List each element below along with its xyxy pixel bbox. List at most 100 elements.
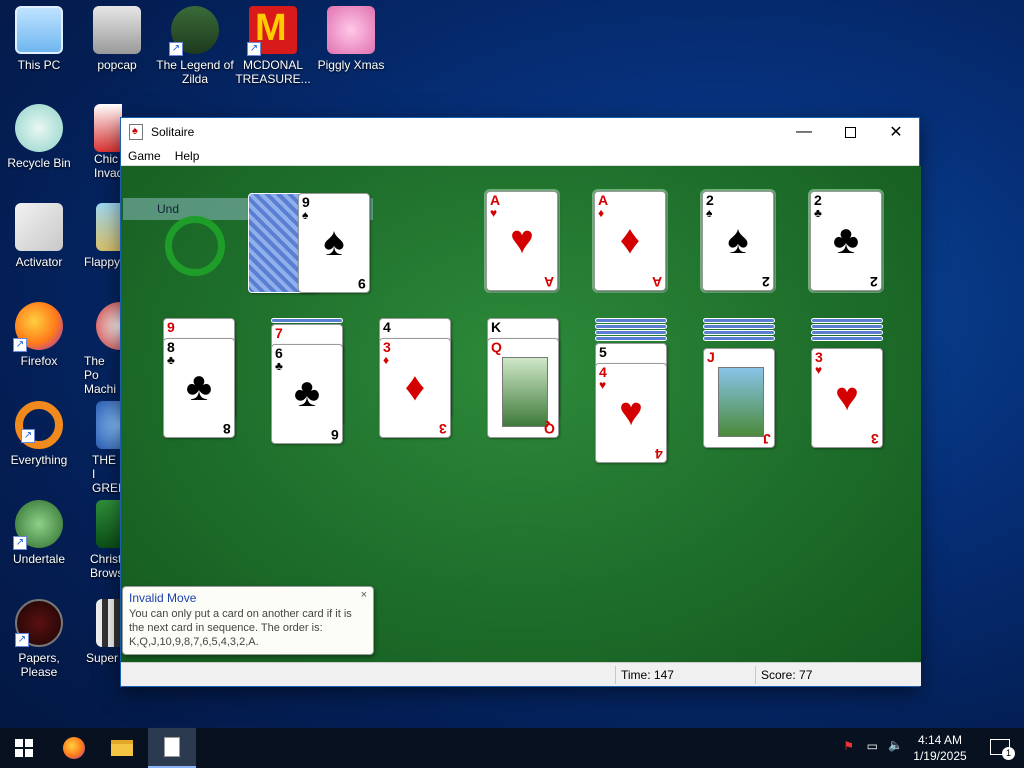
shortcut-arrow-icon: ↗ bbox=[247, 42, 261, 56]
desktop-icon-undertale[interactable]: ↗ Undertale bbox=[0, 500, 78, 566]
desktop-icon-label: Papers, Please bbox=[18, 651, 60, 679]
card-rank: J bbox=[707, 349, 715, 365]
foundation-card-clubs[interactable]: 2 ♣ ♣ 2 bbox=[810, 191, 882, 291]
clock-time: 4:14 AM bbox=[917, 733, 963, 747]
network-icon[interactable]: ▭ bbox=[867, 739, 878, 753]
close-button[interactable]: ✕ bbox=[873, 118, 919, 146]
shortcut-arrow-icon: ↗ bbox=[13, 536, 27, 550]
po-machine-icon bbox=[96, 302, 122, 350]
divider bbox=[755, 666, 756, 684]
desktop-icon-recycle-bin[interactable]: Recycle Bin bbox=[0, 104, 78, 170]
desktop-icon-the-po-machine[interactable]: The Po Machi bbox=[78, 302, 122, 396]
desktop-icon-super[interactable]: Super bbox=[78, 599, 122, 665]
papers-please-icon: ↗ bbox=[15, 599, 63, 647]
face-down-card bbox=[703, 318, 775, 323]
desktop-icon-label: The Legend of Zilda bbox=[156, 58, 234, 86]
firefox-icon: ↗ bbox=[13, 302, 63, 352]
tooltip-title: Invalid Move bbox=[129, 591, 197, 605]
card-rank: 6 bbox=[275, 345, 283, 361]
face-down-card bbox=[811, 324, 883, 329]
firefox-icon bbox=[63, 737, 85, 759]
desktop-icon-legend-of-zilda[interactable]: ↗ The Legend of Zilda bbox=[156, 6, 234, 86]
zilda-icon: ↗ bbox=[169, 6, 219, 56]
desktop-icon-firefox[interactable]: ↗ Firefox bbox=[0, 302, 78, 368]
taskbar-firefox[interactable] bbox=[50, 728, 98, 768]
tableau-card-jack[interactable]: J J bbox=[703, 348, 775, 448]
flappy-icon bbox=[96, 203, 122, 251]
folder-icon bbox=[93, 6, 141, 54]
foundation-card-diamonds[interactable]: A ♦ ♦ A bbox=[594, 191, 666, 291]
desktop-icon-piggly-xmas[interactable]: Piggly Xmas bbox=[312, 6, 390, 72]
tableau-card[interactable]: 4 ♥ ♥ 4 bbox=[595, 363, 667, 463]
mcdonalds-icon: M ↗ bbox=[247, 6, 297, 56]
card-rank: 2 bbox=[814, 192, 822, 208]
card-rank-corner: A bbox=[543, 274, 554, 290]
face-down-card bbox=[271, 318, 343, 323]
maximize-button[interactable] bbox=[827, 118, 873, 146]
queen-picture-icon bbox=[502, 357, 548, 427]
desktop-icon-christmas-browser[interactable]: Christ Brows bbox=[78, 500, 122, 580]
security-alert-icon[interactable]: ⚑ bbox=[843, 739, 854, 753]
card-rank-corner: 2 bbox=[762, 274, 770, 290]
notification-center-icon[interactable]: 1 bbox=[990, 739, 1015, 760]
desktop-icon-label: MCDONAL TREASURE... bbox=[235, 58, 311, 86]
foundation-card-spades[interactable]: 2 ♠ ♠ 2 bbox=[702, 191, 774, 291]
undo-label: Und bbox=[157, 202, 180, 216]
tableau-card[interactable]: 8 ♣ ♣ 8 bbox=[163, 338, 235, 438]
face-down-card bbox=[595, 318, 667, 323]
start-button[interactable] bbox=[0, 728, 48, 768]
jack-picture-icon bbox=[718, 367, 764, 437]
taskbar-solitaire[interactable] bbox=[148, 728, 196, 768]
face-down-card bbox=[811, 330, 883, 335]
desktop-icon-flappy[interactable]: Flappy bbox=[78, 203, 122, 269]
waste-card[interactable]: 9 ♠ ♠ 9 bbox=[298, 193, 370, 293]
file-icon bbox=[15, 203, 63, 251]
desktop-icon-activator[interactable]: Activator bbox=[0, 203, 78, 269]
card-rank: 5 bbox=[599, 344, 607, 360]
desktop-icon-this-pc[interactable]: This PC bbox=[0, 6, 78, 72]
desktop-icon-everything[interactable]: ↗ Everything bbox=[0, 401, 78, 467]
tableau-card-queen[interactable]: Q Q bbox=[487, 338, 559, 438]
time-display: Time: 147 bbox=[621, 668, 674, 682]
face-down-card bbox=[595, 330, 667, 335]
magnifier-icon: ↗ bbox=[15, 401, 63, 449]
solitaire-app-icon bbox=[164, 737, 180, 757]
face-down-card bbox=[595, 336, 667, 341]
tableau-card[interactable]: 3 ♦ ♦ 3 bbox=[379, 338, 451, 438]
minimize-button[interactable]: — bbox=[781, 118, 827, 146]
card-rank: 7 bbox=[275, 325, 283, 341]
face-down-card bbox=[703, 324, 775, 329]
card-pip: ♣ bbox=[293, 371, 321, 415]
pig-icon bbox=[327, 6, 375, 54]
desktop-icon-label: Christ Brows bbox=[90, 552, 122, 580]
invalid-move-tooltip: Invalid Move You can only put a card on … bbox=[122, 586, 374, 655]
title-bar[interactable]: Solitaire — ✕ bbox=[121, 118, 919, 146]
tooltip-close-button[interactable]: × bbox=[361, 589, 367, 601]
card-rank: 2 bbox=[706, 192, 714, 208]
clock[interactable]: 4:14 AM 1/19/2025 bbox=[900, 732, 980, 764]
foundation-card-hearts[interactable]: A ♥ ♥ A bbox=[486, 191, 558, 291]
face-down-card bbox=[703, 330, 775, 335]
card-rank: 3 bbox=[815, 349, 823, 365]
card-rank: Q bbox=[491, 339, 502, 355]
shortcut-arrow-icon: ↗ bbox=[169, 42, 183, 56]
chicken-invaders-icon bbox=[94, 104, 122, 152]
desktop-icon-chicken-invaders[interactable]: Chic Invad bbox=[78, 104, 122, 180]
card-rank-corner: 3 bbox=[871, 431, 879, 447]
tableau-card[interactable]: 3 ♥ ♥ 3 bbox=[811, 348, 883, 448]
desktop-icon-the-green[interactable]: THE I GREEN bbox=[78, 401, 122, 495]
card-rank-corner: A bbox=[651, 274, 662, 290]
the-green-icon bbox=[96, 401, 122, 449]
menu-help[interactable]: Help bbox=[168, 149, 207, 163]
desktop-icon-label: Flappy bbox=[84, 255, 121, 269]
desktop-icon-mcdonal-treasure[interactable]: M ↗ MCDONAL TREASURE... bbox=[234, 6, 312, 86]
tooltip-body: You can only put a card on another card … bbox=[129, 608, 352, 648]
window-title: Solitaire bbox=[151, 125, 195, 139]
tableau-card[interactable]: 6 ♣ ♣ 6 bbox=[271, 344, 343, 444]
desktop-icon-papers-please[interactable]: ↗ Papers, Please bbox=[0, 599, 78, 679]
menu-game[interactable]: Game bbox=[121, 149, 168, 163]
desktop-icon-popcap[interactable]: popcap bbox=[78, 6, 156, 72]
taskbar-file-explorer[interactable] bbox=[98, 728, 146, 768]
card-pip: ♦ bbox=[619, 218, 641, 262]
card-rank: 4 bbox=[599, 364, 607, 380]
